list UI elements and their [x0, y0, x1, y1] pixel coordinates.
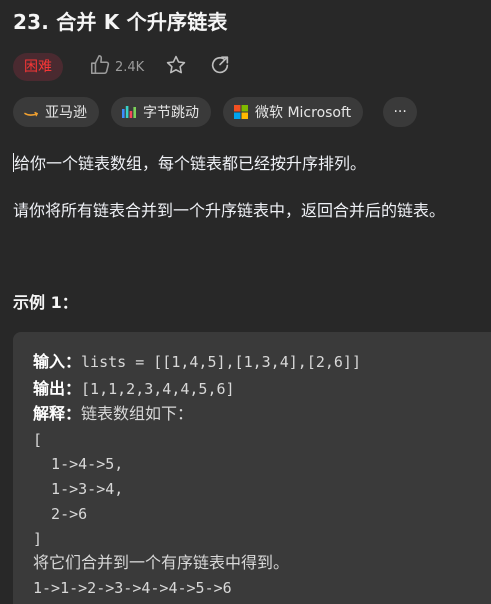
more-icon: ···	[393, 104, 407, 120]
description-paragraph-2: 请你将所有链表合并到一个升序链表中，返回合并后的链表。	[13, 201, 446, 220]
favorite-button[interactable]	[164, 55, 188, 79]
list-line: [	[33, 431, 43, 449]
input-label: 输入：	[33, 352, 82, 371]
tag-microsoft[interactable]: 微软 Microsoft	[223, 97, 364, 127]
list-line: 2->6	[33, 505, 88, 523]
input-value: lists = [[1,4,5],[1,3,4],[2,6]]	[81, 353, 361, 371]
example-output-line: 输出：[1,1,2,3,4,4,5,6]	[33, 377, 235, 401]
tag-bytedance[interactable]: 字节跳动	[111, 97, 211, 127]
difficulty-badge: 困难	[13, 53, 63, 81]
list-line: 1->4->5,	[33, 455, 124, 473]
problem-title: 23. 合并 K 个升序链表	[13, 10, 228, 34]
result-line: 1->1->2->3->4->4->5->6	[33, 579, 232, 597]
explain-label: 解释：	[33, 404, 82, 423]
company-tags: 亚马逊 字节跳动 微软 Microsoft ···	[13, 96, 429, 128]
more-tags-button[interactable]: ···	[383, 97, 418, 127]
thumbs-up-icon	[89, 54, 111, 80]
explain-text: 链表数组如下：	[81, 404, 194, 423]
star-icon	[165, 54, 187, 80]
description-paragraph-1: 给你一个链表数组，每个链表都已经按升序排列。	[13, 150, 366, 174]
example-input-line: 输入：lists = [[1,4,5],[1,3,4],[2,6]]	[33, 350, 361, 374]
like-count: 2.4K	[115, 59, 145, 75]
example-explain-line: 解释：链表数组如下：	[33, 402, 193, 426]
microsoft-icon	[233, 104, 249, 120]
bytedance-icon	[121, 104, 137, 120]
description-text-1: 给你一个链表数组，每个链表都已经按升序排列。	[14, 154, 367, 173]
problem-meta-row: 困难 2.4K	[13, 52, 232, 82]
list-line: ]	[33, 530, 43, 548]
list-line: 1->3->4,	[33, 480, 124, 498]
merge-text: 将它们合并到一个有序链表中得到。	[33, 553, 290, 572]
problem-page: 23. 合并 K 个升序链表 困难 2.4K 亚马逊 字节跳动 微软 Micro…	[0, 0, 491, 604]
example-title: 示例 1：	[13, 293, 78, 312]
output-label: 输出：	[33, 379, 82, 398]
tag-label: 微软 Microsoft	[255, 105, 352, 121]
share-icon	[209, 54, 231, 80]
tag-label: 亚马逊	[45, 105, 87, 121]
share-button[interactable]	[208, 55, 232, 79]
example-code-block: 输入：lists = [[1,4,5],[1,3,4],[2,6]] 输出：[1…	[13, 332, 491, 604]
amazon-icon	[23, 104, 39, 120]
tag-amazon[interactable]: 亚马逊	[13, 97, 99, 127]
tag-label: 字节跳动	[143, 105, 199, 121]
output-value: [1,1,2,3,4,4,5,6]	[81, 380, 235, 398]
like-button[interactable]: 2.4K	[89, 53, 144, 81]
